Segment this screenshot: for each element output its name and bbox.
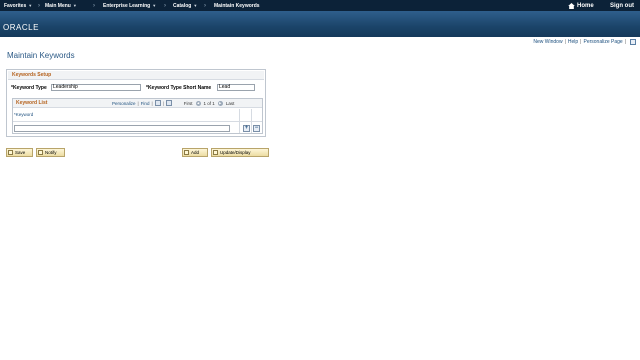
add-button[interactable]: Add: [182, 148, 208, 157]
first-link[interactable]: First: [184, 101, 193, 106]
nav-main-menu-label: Main Menu: [45, 2, 71, 9]
update-display-icon: [213, 150, 218, 155]
separator: |: [624, 39, 626, 45]
chevron-down-icon: ▼: [152, 3, 157, 8]
separator: |: [564, 39, 566, 45]
nav-favorites[interactable]: Favorites ▼: [4, 0, 32, 11]
find-link[interactable]: Find: [141, 101, 150, 106]
notify-icon: [38, 150, 43, 155]
keyword-input[interactable]: [14, 125, 230, 132]
page-help-icon[interactable]: [630, 39, 636, 45]
signout-label: Sign out: [610, 2, 634, 9]
nav-maintain-keywords[interactable]: Maintain Keywords: [214, 0, 260, 11]
separator: |: [580, 39, 582, 45]
add-label: Add: [191, 150, 200, 155]
keywords-setup-title: Keywords Setup: [12, 72, 52, 78]
nav-enterprise-learning[interactable]: Enterprise Learning ▼: [103, 0, 156, 11]
save-button[interactable]: Save: [6, 148, 33, 157]
home-label: Home: [577, 2, 594, 9]
utility-links: New Window | Help | Personalize Page |: [533, 38, 636, 46]
save-label: Save: [15, 150, 26, 155]
column-divider: [251, 109, 252, 133]
view-all-icon[interactable]: [154, 100, 161, 106]
nav-enterprise-learning-label: Enterprise Learning: [103, 2, 151, 9]
delete-row-button[interactable]: −: [253, 125, 260, 132]
header-banner: ORACLE: [0, 11, 640, 37]
keyword-list-header: Keyword List Personalize | Find | | Firs…: [13, 99, 262, 108]
keyword-type-short-name-label: *Keyword Type Short Name: [146, 85, 212, 91]
column-divider: [239, 109, 240, 133]
update-display-button[interactable]: Update/Display: [211, 148, 269, 157]
last-link[interactable]: Last: [226, 101, 235, 106]
separator: |: [137, 100, 139, 106]
keyword-type-short-name-field[interactable]: Lead: [217, 84, 255, 91]
personalize-page-link[interactable]: Personalize Page: [583, 39, 622, 45]
keyword-list-title: Keyword List: [16, 100, 48, 106]
nav-separator: ›: [164, 2, 166, 9]
nav-separator: ›: [93, 2, 95, 9]
keyword-column-header: *Keyword: [13, 109, 262, 122]
notify-button[interactable]: Notify: [36, 148, 65, 157]
page-title: Maintain Keywords: [7, 51, 75, 60]
separator: |: [151, 100, 153, 106]
save-icon: [8, 150, 13, 155]
separator: |: [162, 100, 164, 106]
keyword-column-label: *Keyword: [14, 112, 34, 117]
chevron-down-icon: ▼: [72, 3, 77, 8]
new-window-link[interactable]: New Window: [533, 39, 562, 45]
oracle-logo: ORACLE: [3, 23, 39, 32]
top-nav-bar: Favorites ▼ › Main Menu ▼ › Enterprise L…: [0, 0, 640, 11]
help-link[interactable]: Help: [568, 39, 578, 45]
signout-link[interactable]: Sign out: [610, 0, 634, 11]
nav-favorites-label: Favorites: [4, 2, 27, 9]
nav-catalog-label: Catalog: [173, 2, 192, 9]
grid-toolbar: Personalize | Find | | First ◀ 1 of 1 ▶ …: [112, 100, 234, 106]
keyword-type-label: *Keyword Type: [11, 85, 47, 91]
chevron-down-icon: ▼: [193, 3, 198, 8]
download-grid-icon[interactable]: [165, 100, 172, 106]
add-icon: [184, 150, 189, 155]
next-icon[interactable]: ▶: [217, 100, 223, 106]
personalize-link[interactable]: Personalize: [112, 101, 136, 106]
nav-separator: ›: [38, 2, 40, 9]
keyword-list-grid: Keyword List Personalize | Find | | Firs…: [12, 98, 263, 134]
nav-catalog[interactable]: Catalog ▼: [173, 0, 197, 11]
update-display-label: Update/Display: [220, 150, 251, 155]
chevron-down-icon: ▼: [28, 3, 33, 8]
home-icon: [568, 2, 575, 9]
row-range: 1 of 1: [203, 100, 215, 106]
add-row-button[interactable]: +: [243, 125, 250, 132]
nav-main-menu[interactable]: Main Menu ▼: [45, 0, 77, 11]
nav-separator: ›: [204, 2, 206, 9]
keyword-type-field[interactable]: Leadership: [51, 84, 141, 91]
notify-label: Notify: [45, 150, 57, 155]
keywords-setup-header: Keywords Setup: [8, 71, 264, 80]
previous-icon[interactable]: ◀: [195, 100, 201, 106]
home-link[interactable]: Home: [568, 0, 594, 11]
nav-maintain-keywords-label: Maintain Keywords: [214, 2, 260, 9]
